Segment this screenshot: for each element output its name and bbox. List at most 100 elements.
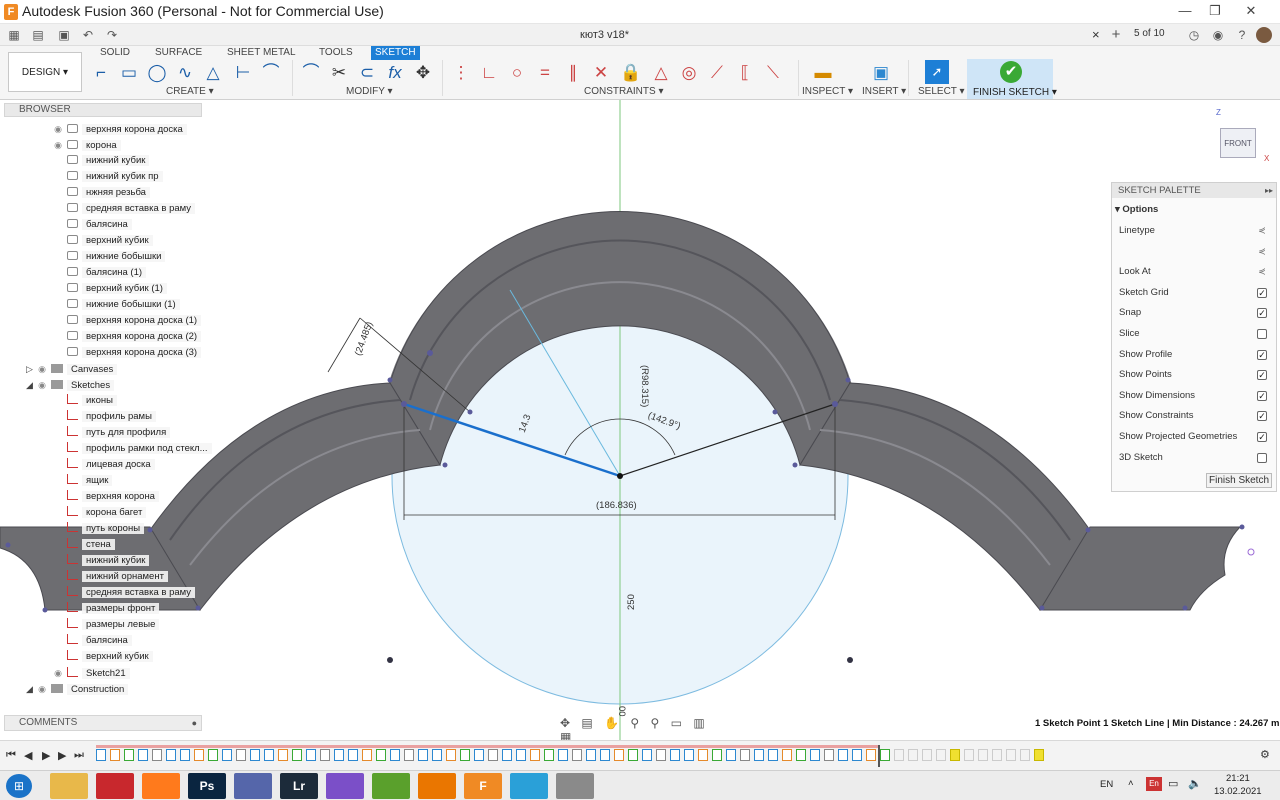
help-icon[interactable]: ?	[1234, 27, 1250, 43]
tangent-constraint-icon[interactable]: ○	[506, 62, 528, 84]
redo-icon[interactable]: ↷	[104, 27, 120, 43]
new-tab-button[interactable]: +	[1108, 27, 1124, 43]
triangle-constraint-icon[interactable]: △	[650, 62, 672, 84]
orbit-icon[interactable]: ✥	[560, 716, 570, 730]
equal-constraint-icon[interactable]: =	[534, 62, 556, 84]
timeline-feature-icon[interactable]	[474, 749, 484, 761]
browser-sketch-item[interactable]: путь для профиля	[52, 426, 171, 440]
avatar[interactable]	[1256, 27, 1272, 43]
browser-folder-construction[interactable]: ◢ ◉ Construction	[26, 682, 129, 696]
browser-body-item[interactable]: ◉ верхняя корона доска	[52, 122, 187, 136]
expand-arrow-icon[interactable]: ▸▸	[1265, 183, 1273, 198]
taskbar-app-photoshop-icon[interactable]: Ps	[188, 773, 226, 799]
select-cursor-icon[interactable]: ➚	[925, 60, 949, 84]
taskbar-app-utorrent-icon[interactable]	[372, 773, 410, 799]
timeline-prev-icon[interactable]: ◀	[24, 749, 32, 762]
timeline-feature-icon[interactable]	[208, 749, 218, 761]
grid-settings-icon[interactable]: ▥	[693, 716, 704, 730]
timeline-feature-icon[interactable]	[264, 749, 274, 761]
timeline-feature-icon[interactable]	[544, 749, 554, 761]
taskbar-app-blender-icon[interactable]	[418, 773, 456, 799]
timeline-next-icon[interactable]: ▶	[58, 749, 66, 762]
workspace-design-dropdown[interactable]: DESIGN ▾	[8, 52, 82, 92]
fit-icon[interactable]: ⚲	[651, 716, 660, 730]
visibility-eye-icon[interactable]: ◉	[52, 666, 64, 680]
timeline-feature-icon[interactable]	[572, 749, 582, 761]
fx-parameters-icon[interactable]: fx	[384, 62, 406, 84]
palette-option-icon[interactable]: ⋞	[1257, 246, 1267, 257]
midpoint-constraint-icon[interactable]: ⟋	[706, 62, 728, 84]
timeline-feature-icon[interactable]	[432, 749, 442, 761]
timeline-feature-icon[interactable]	[250, 749, 260, 761]
timeline-feature-icon[interactable]	[390, 749, 400, 761]
timeline-feature-icon[interactable]	[334, 749, 344, 761]
browser-body-item[interactable]: верхняя корона доска (3)	[52, 346, 202, 360]
minimize-button[interactable]: —	[1170, 0, 1200, 22]
timeline-feature-icon[interactable]	[740, 749, 750, 761]
create-group-label[interactable]: CREATE ▾	[166, 86, 214, 98]
palette-checkbox[interactable]: ✓	[1257, 432, 1267, 442]
network-icon[interactable]: ▭	[1168, 777, 1178, 790]
timeline-feature-icon[interactable]	[684, 749, 694, 761]
timeline-feature-icon[interactable]	[866, 749, 876, 761]
visibility-eye-icon[interactable]: ◉	[36, 682, 48, 696]
mirror-tool-icon[interactable]: ⊢	[232, 62, 254, 84]
timeline-feature-icon[interactable]	[222, 749, 232, 761]
dimension-text[interactable]: 00	[616, 706, 627, 717]
viewcube[interactable]: FRONT	[1220, 128, 1256, 158]
timeline-feature-icon[interactable]	[726, 749, 736, 761]
browser-body-item[interactable]: ◉ корона	[52, 138, 121, 152]
grid-menu-icon[interactable]: ▦	[6, 27, 22, 43]
timeline-feature-icon[interactable]	[586, 749, 596, 761]
browser-body-item[interactable]: нижний кубик пр	[52, 170, 163, 184]
timeline-feature-icon[interactable]	[362, 749, 372, 761]
offset-tool-icon[interactable]: ⊂	[356, 62, 378, 84]
browser-sketch-item[interactable]: профиль рамы	[52, 410, 156, 424]
timeline-feature-icon[interactable]	[348, 749, 358, 761]
timeline-feature-icon[interactable]	[488, 749, 498, 761]
timeline-feature-icon[interactable]	[502, 749, 512, 761]
browser-sketch-item[interactable]: корона багет	[52, 506, 147, 520]
timeline-feature-icon[interactable]	[278, 749, 288, 761]
timeline-feature-icon[interactable]	[642, 749, 652, 761]
taskbar-app-file-explorer-icon[interactable]	[50, 773, 88, 799]
palette-checkbox[interactable]: ✓	[1257, 411, 1267, 422]
timeline-feature-icon[interactable]	[558, 749, 568, 761]
pan-hand-icon[interactable]: ✋	[604, 716, 619, 730]
browser-sketch-item[interactable]: размеры фронт	[52, 602, 160, 616]
browser-body-item[interactable]: нижние бобышки	[52, 250, 166, 264]
symmetry-constraint-icon[interactable]: ⟦	[734, 62, 756, 84]
line-tool-icon[interactable]: ⌐	[90, 62, 112, 84]
save-icon[interactable]: ▣	[56, 27, 72, 43]
timeline-feature-icon[interactable]	[236, 749, 246, 761]
inspect-group-label[interactable]: INSPECT ▾	[802, 86, 853, 98]
palette-checkbox[interactable]: ✓	[1257, 390, 1267, 401]
timeline-feature-icon[interactable]	[1034, 749, 1044, 761]
tab-sketch[interactable]: SKETCH	[371, 46, 420, 60]
timeline-feature-icon[interactable]	[96, 749, 106, 761]
palette-checkbox[interactable]: ✓	[1257, 308, 1267, 319]
timeline-play-icon[interactable]: ▶	[42, 749, 50, 762]
timeline-feature-icon[interactable]	[922, 749, 932, 761]
tab-solid[interactable]: SOLID	[100, 46, 130, 60]
timeline-feature-icon[interactable]	[110, 749, 120, 761]
volume-icon[interactable]: 🔈	[1188, 777, 1202, 790]
finish-sketch-button[interactable]: ✔ FINISH SKETCH ▾	[967, 59, 1057, 99]
taskbar-app-firefox-icon[interactable]	[142, 773, 180, 799]
coincident-constraint-icon[interactable]: ⋮	[450, 62, 472, 84]
sketch-point-marker[interactable]	[1247, 548, 1255, 556]
timeline-first-icon[interactable]: ⏮	[6, 749, 16, 762]
browser-body-item[interactable]: нижние бобышки (1)	[52, 298, 180, 312]
close-button[interactable]: ✕	[1236, 0, 1266, 22]
constraints-group-label[interactable]: CONSTRAINTS ▾	[584, 86, 663, 98]
visibility-eye-icon[interactable]: ◉	[36, 378, 48, 392]
timeline-feature-icon[interactable]	[530, 749, 540, 761]
clock-date[interactable]: 13.02.2021	[1214, 786, 1262, 797]
tray-up-arrow-icon[interactable]: ˄	[1128, 778, 1134, 789]
browser-sketch-item[interactable]: верхняя корона	[52, 490, 159, 504]
browser-body-item[interactable]: балясина	[52, 218, 132, 232]
timeline-feature-icon[interactable]	[404, 749, 414, 761]
curvature-constraint-icon[interactable]: ⟍	[762, 62, 784, 84]
timeline-feature-icon[interactable]	[768, 749, 778, 761]
timeline-feature-icon[interactable]	[1006, 749, 1016, 761]
